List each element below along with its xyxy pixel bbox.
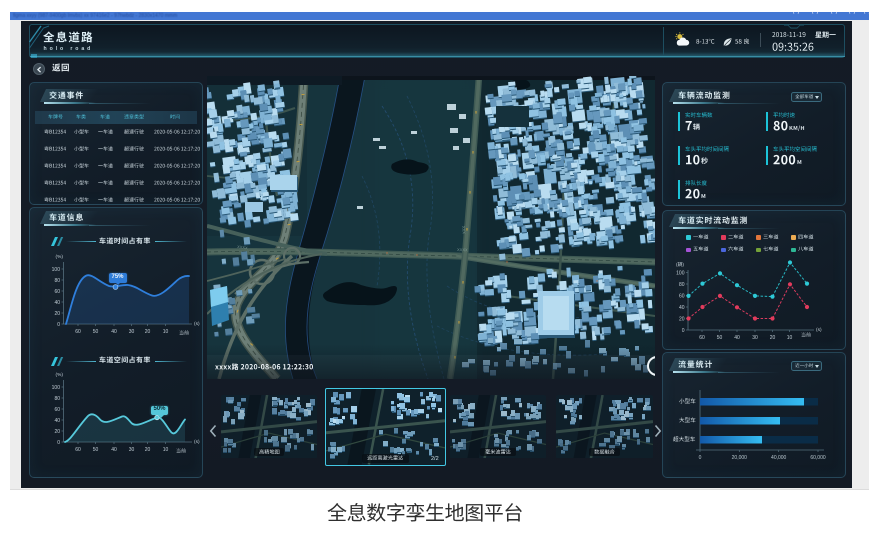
svg-text:40: 40	[54, 300, 60, 306]
svg-text:60: 60	[679, 293, 685, 299]
svg-text:20: 20	[770, 335, 776, 341]
svg-text:40: 40	[734, 335, 740, 341]
svg-text:40: 40	[54, 418, 60, 424]
svg-text:60: 60	[75, 447, 81, 453]
svg-text:80: 80	[54, 396, 60, 402]
svg-text:50: 50	[93, 447, 99, 453]
svg-text:60: 60	[699, 335, 705, 341]
svg-text:20: 20	[679, 316, 685, 322]
svg-text:20: 20	[145, 447, 151, 453]
svg-text:(s): (s)	[194, 439, 200, 445]
svg-text:10: 10	[787, 335, 793, 341]
svg-text:(%): (%)	[56, 254, 64, 260]
svg-text:40: 40	[679, 305, 685, 311]
svg-text:100: 100	[52, 385, 61, 391]
svg-text:60,000: 60,000	[810, 455, 826, 461]
svg-text:60: 60	[54, 289, 60, 295]
svg-text:20,000: 20,000	[732, 455, 748, 461]
svg-text:0: 0	[57, 322, 60, 328]
svg-text:40: 40	[111, 447, 117, 453]
svg-text:60: 60	[75, 329, 81, 335]
svg-text:(s): (s)	[816, 327, 822, 333]
svg-text:50: 50	[93, 329, 99, 335]
svg-text:30: 30	[129, 329, 135, 335]
svg-text:(%): (%)	[56, 372, 64, 378]
svg-text:0: 0	[57, 440, 60, 446]
svg-text:50: 50	[717, 335, 723, 341]
svg-text:40: 40	[111, 329, 117, 335]
svg-text:60: 60	[54, 407, 60, 413]
svg-text:80: 80	[54, 278, 60, 284]
svg-text:0: 0	[699, 455, 702, 461]
svg-text:20: 20	[54, 311, 60, 317]
svg-text:100: 100	[52, 267, 61, 273]
svg-text:10: 10	[163, 447, 169, 453]
svg-text:30: 30	[129, 447, 135, 453]
svg-text:80: 80	[679, 282, 685, 288]
svg-text:20: 20	[54, 429, 60, 435]
svg-text:(s): (s)	[194, 321, 200, 327]
svg-text:XXX: XXX	[461, 226, 467, 235]
svg-text:30: 30	[752, 335, 758, 341]
svg-text:0: 0	[682, 328, 685, 334]
svg-text:40,000: 40,000	[771, 455, 787, 461]
svg-text:20: 20	[145, 329, 151, 335]
svg-text:100: 100	[676, 270, 685, 276]
svg-text:XXXX: XXXX	[457, 247, 468, 252]
svg-text:(辆): (辆)	[676, 261, 684, 268]
svg-text:10: 10	[163, 329, 169, 335]
